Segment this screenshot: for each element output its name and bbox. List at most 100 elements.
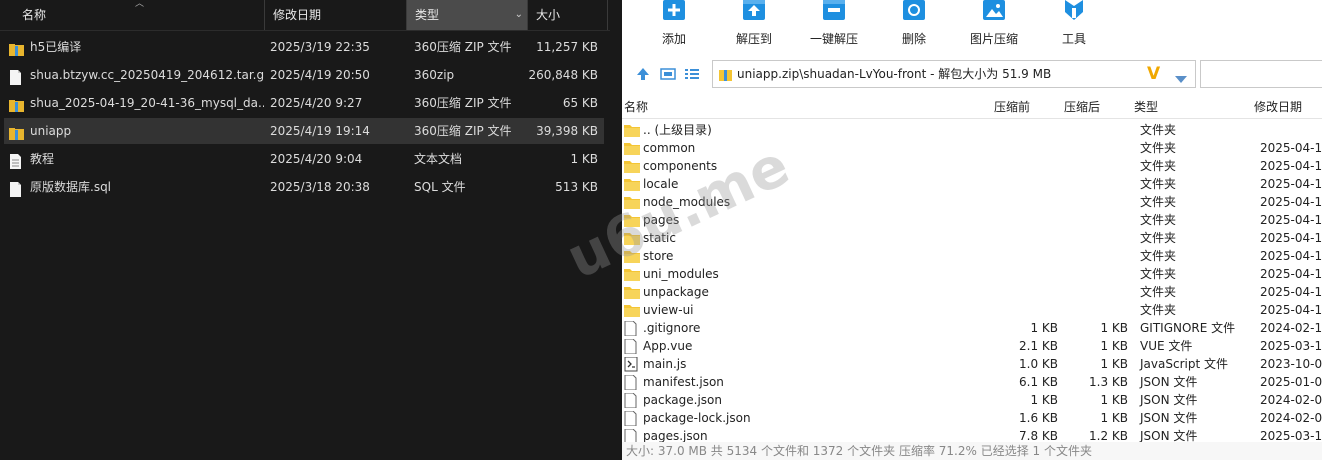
file-size: 260,848 KB xyxy=(528,68,598,82)
archive-row[interactable]: package-lock.json 1.6 KB 1 KB JSON 文件 2024-0… xyxy=(622,409,1322,427)
header-modified[interactable]: 修改日期 xyxy=(1254,96,1302,118)
file-row[interactable]: shua.btzyw.cc_20250419_204612.tar.gz 2025… xyxy=(4,62,604,88)
toolbar-button-delete[interactable]: 删除 xyxy=(874,0,954,47)
entry-type: 文件夹 xyxy=(1140,249,1177,263)
column-header-name-label: 名称 xyxy=(22,8,47,22)
archive-row[interactable]: package.json 1 KB 1 KB JSON 文件 2024-02-09 xyxy=(622,391,1322,409)
archive-row[interactable]: node_modules 文件夹 2025-04-19 xyxy=(622,193,1322,211)
header-compressed-after[interactable]: 压缩后 xyxy=(1064,96,1100,118)
file-row[interactable]: 原版数据库.sql 2025/3/18 20:38 SQL 文件 513 KB xyxy=(4,174,604,200)
toolbar-button-tools[interactable]: 工具 xyxy=(1034,0,1114,47)
file-date: 2025/4/20 9:27 xyxy=(270,96,363,110)
entry-size-before: 1 KB xyxy=(1030,321,1058,335)
image-compress-icon xyxy=(981,0,1007,24)
status-bar: 大小: 37.0 MB 共 5134 个文件和 1372 个文件夹 压缩率 71… xyxy=(622,442,1322,460)
archive-row[interactable]: locale 文件夹 2025-04-19 xyxy=(622,175,1322,193)
file-icon xyxy=(624,410,640,427)
entry-date: 2025-01-06 xyxy=(1260,375,1322,389)
thumbnail-view-icon[interactable] xyxy=(660,66,676,85)
column-header-modified[interactable]: 修改日期 xyxy=(265,0,407,30)
archive-row[interactable]: uni_modules 文件夹 2025-04-19 xyxy=(622,265,1322,283)
script-file-icon xyxy=(624,356,640,372)
entry-type: JavaScript 文件 xyxy=(1140,357,1228,371)
folder-icon xyxy=(624,141,640,155)
entry-type: JSON 文件 xyxy=(1140,411,1198,425)
archive-row[interactable]: pages 文件夹 2025-04-19 xyxy=(622,211,1322,229)
entry-size-before: 1.6 KB xyxy=(1019,411,1058,425)
add-icon xyxy=(661,0,687,24)
folder-icon xyxy=(624,249,640,263)
search-input[interactable] xyxy=(1200,60,1322,88)
entry-date: 2025-04-19 xyxy=(1260,195,1322,209)
header-type[interactable]: 类型 xyxy=(1134,96,1158,118)
entry-name: pages xyxy=(643,213,680,227)
file-icon xyxy=(624,338,640,355)
column-header-size[interactable]: 大小 xyxy=(528,0,608,30)
up-arrow-icon[interactable] xyxy=(636,66,650,85)
toolbar-button-image-compress[interactable]: 图片压缩 xyxy=(954,0,1034,47)
file-row[interactable]: 教程 2025/4/20 9:04 文本文档 1 KB xyxy=(4,146,604,172)
header-compressed-before[interactable]: 压缩前 xyxy=(994,96,1030,118)
file-row[interactable]: shua_2025-04-19_20-41-36_mysql_da... 2025… xyxy=(4,90,604,116)
archive-row[interactable]: store 文件夹 2025-04-19 xyxy=(622,247,1322,265)
archive-row[interactable]: common 文件夹 2025-04-19 xyxy=(622,139,1322,157)
file-name: 教程 xyxy=(30,152,55,166)
toolbar-button-add[interactable]: 添加 xyxy=(634,0,714,47)
entry-date: 2025-04-19 xyxy=(1260,285,1322,299)
entry-type: GITIGNORE 文件 xyxy=(1140,321,1236,335)
entry-size-before: 1 KB xyxy=(1030,393,1058,407)
column-header-name[interactable]: 名称 ︿ xyxy=(0,0,265,30)
entry-name: package.json xyxy=(643,393,723,407)
toolbar-button-label: 删除 xyxy=(901,32,926,46)
file-row[interactable]: uniapp 2025/4/19 19:14 360压缩 ZIP 文件 39,398 … xyxy=(4,118,604,144)
column-header-type[interactable]: 类型 ⌄ xyxy=(407,0,528,30)
file-date: 2025/4/19 20:50 xyxy=(270,68,370,82)
sort-ascending-icon: ︿ xyxy=(135,0,145,9)
entry-type: JSON 文件 xyxy=(1140,393,1198,407)
v-logo-icon[interactable]: V xyxy=(1147,64,1160,84)
archive-row[interactable]: manifest.json 6.1 KB 1.3 KB JSON 文件 2025-01-… xyxy=(622,373,1322,391)
file-type: 360压缩 ZIP 文件 xyxy=(414,124,512,138)
file-size: 39,398 KB xyxy=(536,124,598,138)
header-name[interactable]: 名称 xyxy=(624,96,648,118)
address-text: uniapp.zip\shuadan-LvYou-front - 解包大小为 5… xyxy=(737,67,1052,81)
toolbar-button-one-click-extract[interactable]: 一键解压 xyxy=(794,0,874,47)
archive-row[interactable]: .gitignore 1 KB 1 KB GITIGNORE 文件 2024-02-15 xyxy=(622,319,1322,337)
entry-type: 文件夹 xyxy=(1140,177,1177,191)
entry-date: 2025-04-19 xyxy=(1260,177,1322,191)
entry-date: 2024-02-09 xyxy=(1260,393,1322,407)
toolbar-button-label: 添加 xyxy=(661,32,686,46)
entry-name: main.js xyxy=(643,357,687,371)
archive-row[interactable]: unpackage 文件夹 2025-04-19 xyxy=(622,283,1322,301)
list-view-icon[interactable] xyxy=(684,66,700,85)
entry-date: 2025-04-19 xyxy=(1260,303,1322,317)
file-row[interactable]: h5已编译 2025/3/19 22:35 360压缩 ZIP 文件 11,257 K… xyxy=(4,34,604,60)
toolbar-button-extract-to[interactable]: 解压到 xyxy=(714,0,794,47)
folder-icon xyxy=(624,267,640,281)
file-date: 2025/3/18 20:38 xyxy=(270,180,370,194)
entry-date: 2025-04-19 xyxy=(1260,159,1322,173)
file-size: 11,257 KB xyxy=(536,40,598,54)
dropdown-arrow-icon[interactable] xyxy=(1175,69,1187,88)
file-explorer-pane: 名称 ︿ 修改日期 类型 ⌄ 大小 h5已编译 2025/3/19 22:35 360… xyxy=(0,0,622,460)
archive-row[interactable]: static 文件夹 2025-04-19 xyxy=(622,229,1322,247)
zip-window: 添加 解压到 一键解压 删除 图片压缩 工具 uniapp.zip\shuadan-LvY… xyxy=(622,0,1322,460)
toolbar-button-label: 工具 xyxy=(1061,32,1086,46)
archive-row[interactable]: components 文件夹 2025-04-19 xyxy=(622,157,1322,175)
delete-icon xyxy=(901,0,927,24)
entry-type: 文件夹 xyxy=(1140,213,1177,227)
archive-row[interactable]: .. (上级目录) 文件夹 xyxy=(622,121,1322,139)
entry-date: 2025-04-19 xyxy=(1260,249,1322,263)
archive-row[interactable]: main.js 1.0 KB 1 KB JavaScript 文件 2023-10-06 xyxy=(622,355,1322,373)
address-input[interactable]: uniapp.zip\shuadan-LvYou-front - 解包大小为 5… xyxy=(712,60,1196,88)
entry-type: 文件夹 xyxy=(1140,285,1177,299)
file-name: shua.btzyw.cc_20250419_204612.tar.gz xyxy=(30,68,264,82)
archive-row[interactable]: uview-ui 文件夹 2025-04-19 xyxy=(622,301,1322,319)
entry-name: manifest.json xyxy=(643,375,724,389)
entry-size-before: 1.0 KB xyxy=(1019,357,1058,371)
chevron-down-icon[interactable]: ⌄ xyxy=(515,0,523,30)
entry-name: uview-ui xyxy=(643,303,694,317)
entry-name: components xyxy=(643,159,718,173)
column-header-row: 名称 ︿ 修改日期 类型 ⌄ 大小 xyxy=(0,0,610,31)
archive-row[interactable]: App.vue 2.1 KB 1 KB VUE 文件 2025-03-18 xyxy=(622,337,1322,355)
